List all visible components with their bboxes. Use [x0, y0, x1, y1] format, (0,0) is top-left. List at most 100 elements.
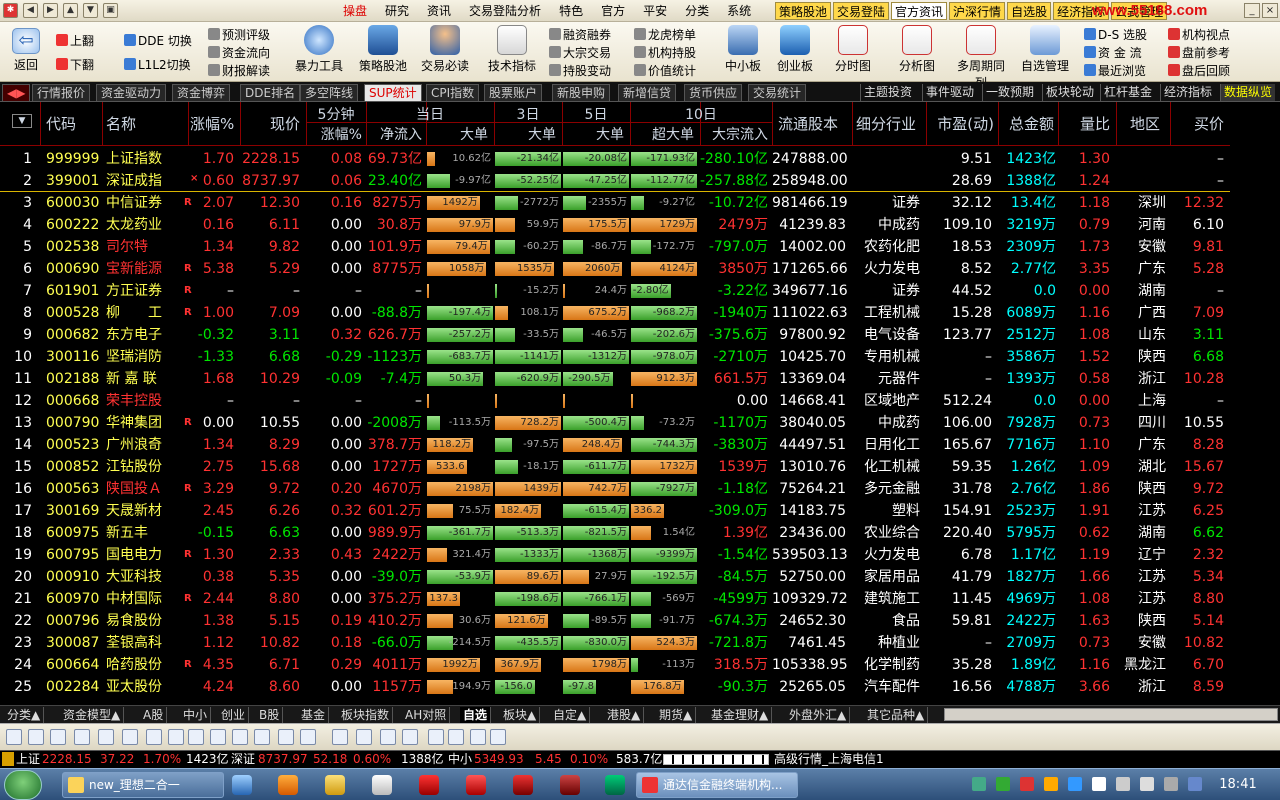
- financial-report-button[interactable]: 财报解读: [208, 62, 270, 80]
- column-header[interactable]: 大宗流入: [702, 124, 768, 144]
- column-header[interactable]: 现价: [244, 113, 300, 134]
- column-header[interactable]: 代码: [46, 113, 76, 134]
- quick-tab[interactable]: 交易登陆: [833, 2, 890, 20]
- tab-top[interactable]: 股票账户: [484, 84, 543, 101]
- back-icon[interactable]: [6, 729, 22, 745]
- page-up-button[interactable]: 上翻: [56, 32, 94, 50]
- menu-item[interactable]: 官方: [592, 0, 634, 22]
- column-header[interactable]: 净流入: [368, 124, 422, 144]
- start-button[interactable]: [4, 770, 42, 800]
- tab-right[interactable]: 数据纵览: [1220, 84, 1276, 101]
- table-row[interactable]: 5 002538 司尔特 1.34 9.82 0.00 101.9万 79.4万 -60.2万 -…: [0, 236, 1230, 258]
- tray-icon-5[interactable]: [1068, 777, 1082, 791]
- tab-top[interactable]: SUP统计: [364, 84, 422, 101]
- tab-top[interactable]: CPI指数: [426, 84, 480, 101]
- column-header[interactable]: 涨幅%: [306, 124, 362, 144]
- table-row[interactable]: 25 002284 亚太股份 4.24 8.60 0.00 1157万 194.9万 -156.…: [0, 676, 1230, 698]
- inst-hold-button[interactable]: 机构持股: [634, 44, 696, 62]
- quick-tab[interactable]: 官方资讯: [891, 2, 948, 20]
- tab-right[interactable]: 经济指标: [1160, 84, 1215, 101]
- clock[interactable]: 18:41: [1218, 769, 1258, 800]
- inst-view-button[interactable]: 机构视点: [1168, 26, 1230, 44]
- menu-item[interactable]: 平安: [634, 0, 676, 22]
- margin-button[interactable]: 融资融券: [549, 26, 611, 44]
- column-header[interactable]: 量比: [1060, 113, 1110, 134]
- tab-top[interactable]: 新增信贷: [618, 84, 677, 101]
- column-header[interactable]: 总金额: [1000, 113, 1054, 134]
- tray-icon-6[interactable]: [1092, 777, 1106, 791]
- nav-forward-icon[interactable]: ▶: [43, 3, 58, 18]
- tab-top[interactable]: 新股申购: [552, 84, 611, 101]
- table-row[interactable]: 2 399001 深证成指 × 0.60 8737.97 0.06 23.40亿 -9.97亿 -…: [0, 170, 1230, 192]
- dde-switch-button[interactable]: DDE 切换: [124, 32, 192, 50]
- column-header[interactable]: 涨幅%: [190, 113, 234, 134]
- tab-bottom[interactable]: 基金理财▲: [708, 707, 773, 723]
- down-icon[interactable]: [50, 729, 66, 745]
- app-red4-icon[interactable]: [560, 775, 580, 795]
- analysis-chart-button[interactable]: 分析图: [892, 25, 942, 74]
- table-row[interactable]: 12 000668 荣丰控股 – – – – 0.00 14668.41 区域地产 512.24 0.…: [0, 390, 1230, 412]
- sort-dropdown-icon[interactable]: ▼: [12, 114, 32, 128]
- tab-bottom[interactable]: 基金: [298, 707, 330, 723]
- dragon-list-button[interactable]: 龙虎榜单: [634, 26, 696, 44]
- table-row[interactable]: 18 600975 新五丰 -0.15 6.63 0.00 989.9万 -361.7万 -51…: [0, 522, 1230, 544]
- menu-item[interactable]: 特色: [550, 0, 592, 22]
- tab-right[interactable]: 板块轮动: [1042, 84, 1097, 101]
- column-header[interactable]: 大单: [564, 124, 624, 144]
- fund-flow2-button[interactable]: 资 金 流: [1084, 44, 1142, 62]
- fo-icon[interactable]: [188, 729, 204, 745]
- column-header[interactable]: 买价: [1172, 113, 1224, 134]
- app-red-icon[interactable]: [419, 775, 439, 795]
- value-stat-button[interactable]: 价值统计: [634, 62, 696, 80]
- small-board-button[interactable]: 中小板: [720, 25, 766, 74]
- search-icon[interactable]: [98, 729, 114, 745]
- bar-icon[interactable]: [168, 729, 184, 745]
- close-button[interactable]: ×: [1262, 3, 1278, 18]
- tab-bottom[interactable]: 港股▲: [604, 707, 645, 723]
- settings-icon[interactable]: [490, 729, 506, 745]
- tab-bottom[interactable]: A股: [140, 707, 168, 723]
- column-header[interactable]: 10日: [630, 104, 772, 124]
- tech-indicator-button[interactable]: 技术指标: [484, 25, 540, 74]
- fc-icon[interactable]: [232, 729, 248, 745]
- tray-icon-4[interactable]: [1044, 777, 1058, 791]
- tab-top[interactable]: 多空阵线: [300, 84, 359, 101]
- app-green-icon[interactable]: [605, 775, 625, 795]
- tab-right[interactable]: 主题投资: [860, 84, 915, 101]
- tab-bottom[interactable]: 期货▲: [656, 707, 697, 723]
- tree-icon[interactable]: [428, 729, 444, 745]
- grid-icon[interactable]: [402, 729, 418, 745]
- forecast-rating-button[interactable]: 预测评级: [208, 26, 270, 44]
- app-red3-icon[interactable]: [513, 775, 533, 795]
- fund-flow-button[interactable]: 资金流向: [208, 44, 270, 62]
- column-header[interactable]: 市盈(动): [928, 113, 994, 134]
- line-icon[interactable]: [122, 729, 138, 745]
- tray-shield-icon[interactable]: [996, 777, 1010, 791]
- menu-item[interactable]: 资讯: [418, 0, 460, 22]
- tab-right[interactable]: 事件驱动: [922, 84, 977, 101]
- table-row[interactable]: 13 000790 华神集团 R 0.00 10.55 0.00 -2008万 -113.5万 7…: [0, 412, 1230, 434]
- tab-bottom[interactable]: 其它品种▲: [864, 707, 929, 723]
- pre-ref-button[interactable]: 盘前参考: [1168, 44, 1230, 62]
- table-row[interactable]: 8 000528 柳 工 R 1.00 7.09 0.00 -88.8万 -197.4万 108.…: [0, 302, 1230, 324]
- tray-signal-icon[interactable]: [1164, 777, 1178, 791]
- table-row[interactable]: 21600970中材国际R2.448.800.00375.2万137.3万-19…: [0, 588, 1230, 610]
- tab-bottom[interactable]: 创业: [218, 707, 250, 723]
- column-header[interactable]: 大单: [428, 124, 488, 144]
- l1l2-switch-button[interactable]: L1L2切换: [124, 56, 191, 74]
- tab-bottom[interactable]: 自选: [460, 707, 492, 723]
- tab-prev-arrow[interactable]: ◀▶: [2, 84, 31, 101]
- table-row[interactable]: 9 000682 东方电子 -0.32 3.11 0.32 626.7万 -257.2万 -33…: [0, 324, 1230, 346]
- tray-icon-3[interactable]: [1020, 777, 1034, 791]
- table-row[interactable]: 16 000563 陕国投Ａ R 3.29 9.72 0.20 4670万 2198万 1439万…: [0, 478, 1230, 500]
- table-row[interactable]: 7 601901 方正证券 R – – – – -15.2万 24.4万 -2.80亿 -3.22亿 3…: [0, 280, 1230, 302]
- tab-bottom[interactable]: 自定▲: [550, 707, 591, 723]
- tab-top[interactable]: 资金博弈: [172, 84, 231, 101]
- table-row[interactable]: 23 300087 荃银高科 1.12 10.82 0.18 -66.0万 -214.5万 -4…: [0, 632, 1230, 654]
- table-row[interactable]: 24 600664 哈药股份 R 4.35 6.71 0.29 4011万 1992万 367.9…: [0, 654, 1230, 676]
- tray-network-icon[interactable]: [1116, 777, 1130, 791]
- tab-right[interactable]: 一致预期: [982, 84, 1037, 101]
- menu-item[interactable]: 分类: [676, 0, 718, 22]
- table-row[interactable]: 20 000910 大亚科技 0.38 5.35 0.00 -39.0万 -53.9万 89.6…: [0, 566, 1230, 588]
- column-header[interactable]: 地区: [1130, 113, 1160, 134]
